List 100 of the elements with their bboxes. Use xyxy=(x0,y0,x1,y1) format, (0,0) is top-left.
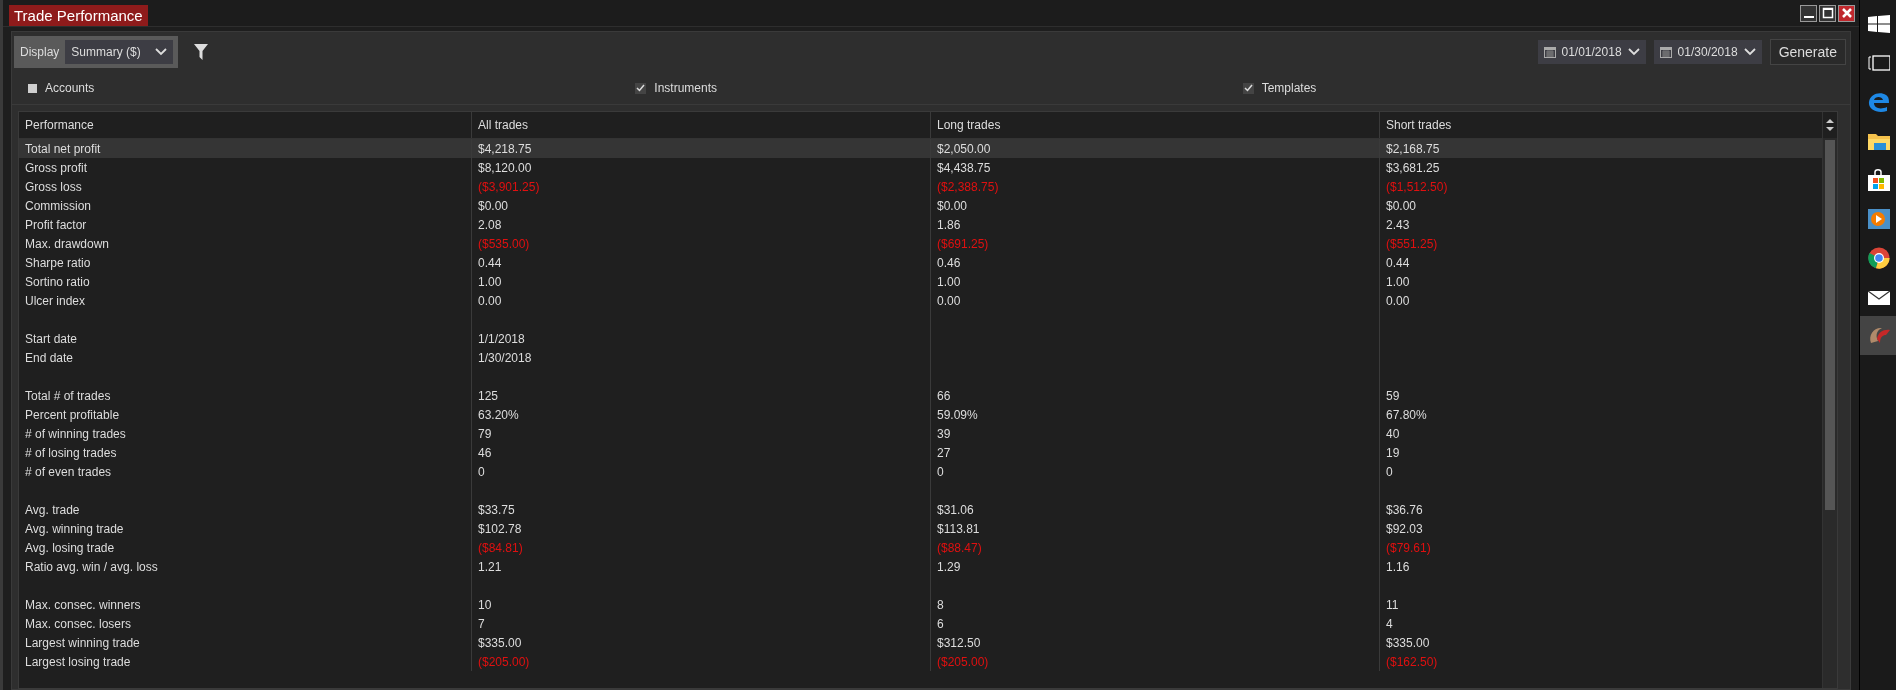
table-cell: Ratio avg. win / avg. loss xyxy=(25,559,158,574)
checkbox[interactable] xyxy=(635,82,647,94)
table-row[interactable]: Ratio avg. win / avg. loss 1.21 1.29 1.16 xyxy=(19,557,1822,576)
table-row[interactable]: Largest losing trade ($205.00) ($205.00) ($162.50) xyxy=(19,652,1822,671)
maximize-icon xyxy=(1821,7,1834,19)
table-cell: 7 xyxy=(478,616,485,631)
table-row[interactable]: Profit factor 2.08 1.86 2.43 xyxy=(19,215,1822,234)
table-cell: # of winning trades xyxy=(25,426,126,441)
generate-button[interactable]: Generate xyxy=(1769,39,1846,65)
table-cell: $335.00 xyxy=(1386,635,1430,650)
start-date-picker[interactable]: 01/01/2018 xyxy=(1537,40,1646,64)
table-row[interactable]: Commission $0.00 $0.00 $0.00 xyxy=(19,196,1822,215)
table-cell: 1.21 xyxy=(478,559,502,574)
calendar-icon xyxy=(1543,46,1556,58)
display-dropdown[interactable]: Summary ($) xyxy=(65,40,173,64)
table-cell: 1.29 xyxy=(937,559,961,574)
table-cell: ($3,901.25) xyxy=(478,179,540,194)
table-cell: Sharpe ratio xyxy=(25,255,91,270)
table-cell: ($162.50) xyxy=(1386,654,1438,669)
table-cell: Sortino ratio xyxy=(25,274,90,289)
column-header[interactable]: All trades xyxy=(472,112,931,138)
table-cell: 0 xyxy=(478,464,485,479)
table-row[interactable]: Percent profitable 63.20% 59.09% 67.80% xyxy=(19,405,1822,424)
table-cell: 1.00 xyxy=(478,274,502,289)
table-row[interactable]: # of losing trades 46 27 19 xyxy=(19,443,1822,462)
table-row[interactable]: # of even trades 0 0 0 xyxy=(19,462,1822,481)
scrollbar[interactable] xyxy=(1823,138,1837,688)
display-label: Display xyxy=(20,45,60,59)
checkbox-label: Instruments xyxy=(654,81,718,95)
table-cell: Largest losing trade xyxy=(25,654,131,669)
checkbox[interactable] xyxy=(28,83,37,93)
table-cell: Avg. trade xyxy=(25,502,80,517)
table-cell: $335.00 xyxy=(478,635,522,650)
table-cell: Total net profit xyxy=(25,141,101,156)
table-cell: ($205.00) xyxy=(478,654,530,669)
table-cell: Avg. losing trade xyxy=(25,540,115,555)
table-cell: 67.80% xyxy=(1386,407,1427,422)
table-row[interactable]: Start date 1/1/2018 xyxy=(19,329,1822,348)
column-header[interactable]: Long trades xyxy=(931,112,1380,138)
start-icon[interactable] xyxy=(1868,14,1890,33)
table-cell: Gross loss xyxy=(25,179,82,194)
chevron-icon xyxy=(154,48,167,56)
table-row[interactable]: Sharpe ratio 0.44 0.46 0.44 xyxy=(19,253,1822,272)
table-row[interactable]: Avg. losing trade ($84.81) ($88.47) ($79.61) xyxy=(19,538,1822,557)
table-cell: End date xyxy=(25,350,74,365)
maximize-button[interactable] xyxy=(1819,4,1836,22)
table-cell: ($205.00) xyxy=(937,654,989,669)
table-cell: $0.00 xyxy=(478,198,509,213)
table-row[interactable]: Avg. trade $33.75 $31.06 $36.76 xyxy=(19,500,1822,519)
table-cell: 0 xyxy=(1386,464,1393,479)
table-row[interactable]: # of winning trades 79 39 40 xyxy=(19,424,1822,443)
table-cell: $0.00 xyxy=(937,198,968,213)
table-cell: 0.00 xyxy=(478,293,502,308)
table-row[interactable]: End date 1/30/2018 xyxy=(19,348,1822,367)
calendar-icon xyxy=(1659,46,1672,58)
column-header[interactable]: Performance xyxy=(19,112,472,138)
column-header[interactable]: Short trades xyxy=(1380,112,1822,138)
table-cell: 46 xyxy=(478,445,492,460)
table-cell: 66 xyxy=(937,388,951,403)
table-cell: Ulcer index xyxy=(25,293,86,308)
table-cell: Gross profit xyxy=(25,160,87,175)
table-cell: Profit factor xyxy=(25,217,87,232)
table-cell: $4,218.75 xyxy=(478,141,532,156)
table-row[interactable]: Sortino ratio 1.00 1.00 1.00 xyxy=(19,272,1822,291)
table-row[interactable]: Max. drawdown ($535.00) ($691.25) ($551.25) xyxy=(19,234,1822,253)
folder-icon[interactable] xyxy=(1868,131,1890,150)
table-row[interactable]: Total net profit $4,218.75 $2,050.00 $2,168.75 xyxy=(19,139,1822,158)
table-cell: 59 xyxy=(1386,388,1400,403)
checkbox[interactable] xyxy=(1242,82,1254,94)
table-cell: ($2,388.75) xyxy=(937,179,999,194)
end-date-picker[interactable]: 01/30/2018 xyxy=(1653,40,1762,64)
play-icon[interactable] xyxy=(1868,208,1890,229)
task-view-icon[interactable] xyxy=(1868,54,1890,71)
table-row[interactable]: Gross loss ($3,901.25) ($2,388.75) ($1,512.50) xyxy=(19,177,1822,196)
table-row[interactable]: Gross profit $8,120.00 $4,438.75 $3,681.25 xyxy=(19,158,1822,177)
table-row[interactable]: Max. consec. losers 7 6 4 xyxy=(19,614,1822,633)
table-cell: $2,168.75 xyxy=(1386,141,1440,156)
table-cell: $36.76 xyxy=(1386,502,1423,517)
close-button[interactable] xyxy=(1838,4,1855,22)
table-cell: 1.86 xyxy=(937,217,961,232)
table-cell: $92.03 xyxy=(1386,521,1423,536)
minimize-button[interactable] xyxy=(1800,4,1817,22)
table-cell: 19 xyxy=(1386,445,1400,460)
browser-icon[interactable] xyxy=(1868,91,1890,112)
circle-icon[interactable] xyxy=(1868,246,1890,269)
shopping-bag-icon[interactable] xyxy=(1868,168,1890,191)
table-cell: 0.44 xyxy=(478,255,502,270)
table-cell: 2.43 xyxy=(1386,217,1410,232)
table-row[interactable]: Avg. winning trade $102.78 $113.81 $92.03 xyxy=(19,519,1822,538)
table-row[interactable]: Ulcer index 0.00 0.00 0.00 xyxy=(19,291,1822,310)
table-cell: 59.09% xyxy=(937,407,978,422)
table-cell: 0.00 xyxy=(937,293,961,308)
table-cell: ($1,512.50) xyxy=(1386,179,1448,194)
scroll-arrows-icon[interactable] xyxy=(1825,118,1835,132)
table-row[interactable]: Total # of trades 125 66 59 xyxy=(19,386,1822,405)
table-row[interactable]: Largest winning trade $335.00 $312.50 $335.00 xyxy=(19,633,1822,652)
table-row[interactable]: Max. consec. winners 10 8 11 xyxy=(19,595,1822,614)
filter-icon[interactable] xyxy=(193,44,208,60)
mail-icon[interactable] xyxy=(1868,288,1890,305)
table-cell: ($691.25) xyxy=(937,236,989,251)
